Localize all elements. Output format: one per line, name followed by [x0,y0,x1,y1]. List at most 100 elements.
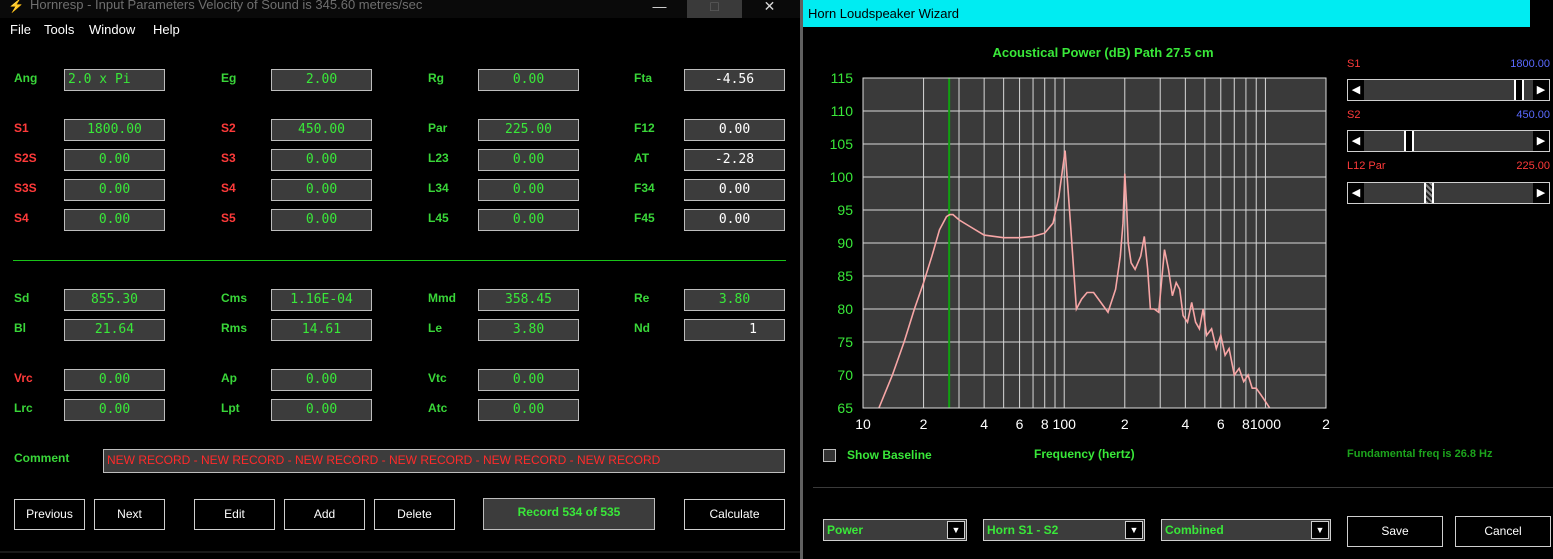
comment-label: Comment [14,451,70,465]
s4-field[interactable]: 0.00 [271,179,372,201]
menu-window[interactable]: Window [89,22,135,37]
slider-par-right-arrow-icon[interactable]: ▶ [1533,183,1549,203]
s5-label: S5 [221,211,236,225]
bl-label: Bl [14,321,26,335]
s3s-label: S3S [14,181,37,195]
show-baseline-checkbox[interactable] [823,449,836,462]
slider-par-left-arrow-icon[interactable]: ◀ [1348,183,1364,203]
mode-select[interactable]: Power ▼ [823,519,967,541]
menu-file[interactable]: File [10,22,31,37]
sd-label: Sd [14,291,30,305]
lpt-label: Lpt [221,401,240,415]
slider-s2-right-arrow-icon[interactable]: ▶ [1533,131,1549,151]
s3-field[interactable]: 0.00 [271,149,372,171]
delete-button[interactable]: Delete [374,499,455,530]
x-tick-label: 4 [980,416,988,432]
l45-field[interactable]: 0.00 [478,209,579,231]
f34-label: F34 [634,181,655,195]
s3-label: S3 [221,151,236,165]
re-label: Re [634,291,650,305]
previous-button[interactable]: Previous [14,499,85,530]
x-tick-label: 6 [1016,416,1024,432]
f34-field[interactable]: 0.00 [684,179,785,201]
cancel-button[interactable]: Cancel [1455,516,1551,547]
y-tick-label: 85 [837,268,853,284]
s4b-label: S4 [14,211,29,225]
comment-field[interactable]: NEW RECORD - NEW RECORD - NEW RECORD - N… [103,449,785,473]
menu-tools[interactable]: Tools [44,22,74,37]
y-tick-label: 95 [837,202,853,218]
rg-field[interactable]: 0.00 [478,69,579,91]
slider-s1-left-arrow-icon[interactable]: ◀ [1348,80,1364,100]
s3s-field[interactable]: 0.00 [64,179,165,201]
chevron-down-icon[interactable]: ▼ [1311,521,1329,539]
slider-s1[interactable]: ◀ ▶ [1347,79,1550,101]
y-tick-label: 90 [837,235,853,251]
wizard-title: Horn Loudspeaker Wizard [808,6,960,21]
rms-field[interactable]: 14.61 [271,319,372,341]
power-chart: 65707580859095100105110115 10 2 4 6 8 100 2 4 6 8… [830,70,1330,432]
atc-field[interactable]: 0.00 [478,399,579,421]
wizard-title-edge [1530,0,1553,27]
vtc-field[interactable]: 0.00 [478,369,579,391]
slider-s2-thumb[interactable] [1404,131,1415,151]
at-field[interactable]: -2.28 [684,149,785,171]
lpt-field[interactable]: 0.00 [271,399,372,421]
y-tick-label: 110 [831,103,854,119]
nd-field[interactable]: 1 [684,319,785,341]
show-baseline-label[interactable]: Show Baseline [847,448,932,462]
slider-par-thumb[interactable] [1423,183,1434,203]
ang-field[interactable]: 2.0 x Pi [64,69,165,91]
s4b-field[interactable]: 0.00 [64,209,165,231]
slider-s2-left-arrow-icon[interactable]: ◀ [1348,131,1364,151]
s2s-field[interactable]: 0.00 [64,149,165,171]
y-tick-label: 105 [830,136,854,152]
next-button[interactable]: Next [94,499,165,530]
le-field[interactable]: 3.80 [478,319,579,341]
chevron-down-icon[interactable]: ▼ [1125,521,1143,539]
y-tick-label: 115 [831,70,854,86]
ap-field[interactable]: 0.00 [271,369,372,391]
save-button[interactable]: Save [1347,516,1443,547]
slider-s1-right-arrow-icon[interactable]: ▶ [1533,80,1549,100]
maximize-button[interactable]: □ [687,0,742,18]
sd-field[interactable]: 855.30 [64,289,165,311]
slider-s1-thumb[interactable] [1513,80,1524,100]
re-field[interactable]: 3.80 [684,289,785,311]
l45-label: L45 [428,211,449,225]
chevron-down-icon[interactable]: ▼ [947,521,965,539]
close-button[interactable]: ✕ [742,0,797,18]
cms-label: Cms [221,291,248,305]
cms-field[interactable]: 1.16E-04 [271,289,372,311]
view-select[interactable]: Combined ▼ [1161,519,1331,541]
l34-field[interactable]: 0.00 [478,179,579,201]
slider-s2[interactable]: ◀ ▶ [1347,130,1550,152]
f45-field[interactable]: 0.00 [684,209,785,231]
minimize-button[interactable]: — [632,0,687,18]
horn-select[interactable]: Horn S1 - S2 ▼ [983,519,1145,541]
slider-par[interactable]: ◀ ▶ [1347,182,1550,204]
bl-field[interactable]: 21.64 [64,319,165,341]
x-tick-label: 2 [920,416,928,432]
lrc-field[interactable]: 0.00 [64,399,165,421]
s2-field[interactable]: 450.00 [271,119,372,141]
f12-field[interactable]: 0.00 [684,119,785,141]
menu-help[interactable]: Help [153,22,180,37]
fta-field[interactable]: -4.56 [684,69,785,91]
mmd-field[interactable]: 358.45 [478,289,579,311]
s2-label: S2 [221,121,236,135]
calculate-button[interactable]: Calculate [684,499,785,530]
s5-field[interactable]: 0.00 [271,209,372,231]
y-tick-label: 80 [837,301,853,317]
mmd-label: Mmd [428,291,456,305]
edit-button[interactable]: Edit [194,499,275,530]
s1-field[interactable]: 1800.00 [64,119,165,141]
l23-field[interactable]: 0.00 [478,149,579,171]
add-button[interactable]: Add [284,499,365,530]
l23-label: L23 [428,151,449,165]
par-field[interactable]: 225.00 [478,119,579,141]
vrc-field[interactable]: 0.00 [64,369,165,391]
eg-field[interactable]: 2.00 [271,69,372,91]
l34-label: L34 [428,181,449,195]
lrc-label: Lrc [14,401,33,415]
